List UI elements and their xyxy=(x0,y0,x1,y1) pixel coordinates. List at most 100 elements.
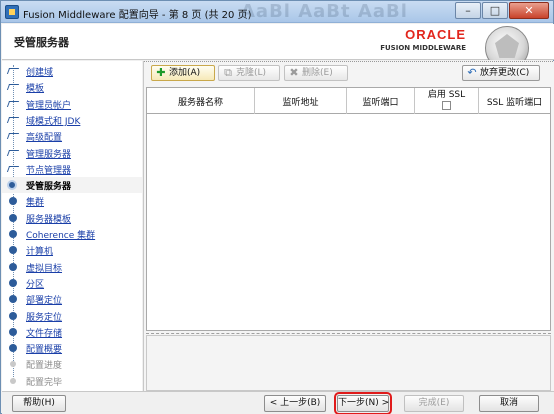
step-marker-icon xyxy=(9,344,17,353)
nav-step-advanced-config[interactable]: 高级配置 xyxy=(2,128,142,144)
table-header: 服务器名称 监听地址 监听端口 启用 SSL SSL 监听端口 xyxy=(147,88,550,114)
nav-step-coherence-clusters[interactable]: Coherence 集群 xyxy=(2,226,142,242)
nav-step-clusters[interactable]: 集群 xyxy=(2,193,142,209)
back-button[interactable]: < 上一步(B) xyxy=(264,395,326,412)
step-marker-icon xyxy=(9,246,17,255)
title-background-text: AaBl AaBt AaBl xyxy=(241,1,408,22)
delete-x-icon: ✖ xyxy=(289,66,299,79)
step-marker-icon xyxy=(6,149,20,156)
fusion-emblem-icon xyxy=(479,24,553,60)
next-button[interactable]: 下一步(N) > xyxy=(334,392,392,414)
step-marker-icon xyxy=(6,68,20,74)
finish-button[interactable]: 完成(E) xyxy=(404,395,464,412)
nav-step-label: 域模式和 JDK xyxy=(26,116,81,127)
plus-icon: ✚ xyxy=(156,66,166,79)
current-step-icon xyxy=(7,180,17,191)
step-marker-icon xyxy=(9,327,17,336)
nav-step-label: 管理员帐户 xyxy=(26,100,72,111)
nav-step-label: 节点管理器 xyxy=(26,165,72,176)
step-marker-icon xyxy=(9,295,17,304)
add-button-label: 添加(A) xyxy=(169,68,201,78)
clone-button[interactable]: ⧉ 克隆(L) xyxy=(218,65,280,81)
nav-step-services-targeting[interactable]: 服务定位 xyxy=(2,308,142,324)
enable-ssl-all-checkbox[interactable] xyxy=(442,101,451,110)
managed-servers-table[interactable]: 服务器名称 监听地址 监听端口 启用 SSL SSL 监听端口 xyxy=(146,87,551,331)
step-marker-icon xyxy=(9,278,17,287)
nav-step-admin-account[interactable]: 管理员帐户 xyxy=(2,96,142,112)
managed-servers-panel: ✚ 添加(A) ⧉ 克隆(L) ✖ 删除(E) ↶ 放弃更改(C) 服务器名称 … xyxy=(143,61,554,391)
cancel-button[interactable]: 取消 xyxy=(479,395,539,412)
step-marker-icon xyxy=(6,100,20,107)
details-panel xyxy=(146,335,551,391)
oracle-logo-subtitle: FUSION MIDDLEWARE xyxy=(380,44,466,52)
page-title: 受管服务器 xyxy=(14,36,69,49)
delete-button-label: 删除(E) xyxy=(302,68,333,78)
config-wizard-window: Fusion Middleware 配置向导 - 第 8 页 (共 20 页) … xyxy=(0,0,554,414)
nav-step-config-progress: 配置进度 xyxy=(2,356,142,372)
title-bar: Fusion Middleware 配置向导 - 第 8 页 (共 20 页) … xyxy=(1,1,553,23)
clone-button-label: 克隆(L) xyxy=(236,68,267,78)
column-header-ssl-listen-port[interactable]: SSL 监听端口 xyxy=(479,88,550,114)
step-marker-icon xyxy=(10,377,16,384)
discard-button-label: 放弃更改(C) xyxy=(480,68,530,78)
nav-step-label: 分区 xyxy=(26,279,45,290)
clone-icon: ⧉ xyxy=(224,66,232,79)
nav-step-label: 配置进度 xyxy=(26,361,63,372)
nav-step-label: 高级配置 xyxy=(26,133,63,144)
help-button[interactable]: 帮助(H) xyxy=(12,395,66,412)
nav-step-label: 创建域 xyxy=(26,68,54,78)
discard-changes-button[interactable]: ↶ 放弃更改(C) xyxy=(462,65,540,81)
wizard-header: 受管服务器 ORACLE FUSION MIDDLEWARE xyxy=(2,24,554,60)
nav-step-node-manager[interactable]: 节点管理器 xyxy=(2,161,142,177)
delete-button[interactable]: ✖ 删除(E) xyxy=(284,65,348,81)
step-marker-icon xyxy=(9,311,17,320)
nav-step-create-domain[interactable]: 创建域 xyxy=(2,63,142,79)
split-divider-handle[interactable] xyxy=(146,333,551,334)
nav-step-admin-server[interactable]: 管理服务器 xyxy=(2,145,142,161)
nav-step-config-summary[interactable]: 配置概要 xyxy=(2,340,142,356)
step-marker-icon xyxy=(9,262,17,271)
nav-step-label: 管理服务器 xyxy=(26,149,72,160)
toolbar-divider xyxy=(144,61,554,62)
window-title: Fusion Middleware 配置向导 - 第 8 页 (共 20 页) xyxy=(23,10,252,21)
nav-step-virtual-targets[interactable]: 虚拟目标 xyxy=(2,259,142,275)
wizard-footer: 帮助(H) < 上一步(B) 下一步(N) > 完成(E) 取消 xyxy=(2,391,554,414)
minimize-icon[interactable]: – xyxy=(455,2,481,19)
step-marker-icon xyxy=(6,165,20,172)
step-marker-icon xyxy=(9,213,17,222)
oracle-logo-name: ORACLE xyxy=(405,27,466,42)
wizard-steps-nav: 创建域模板管理员帐户域模式和 JDK 高级配置管理服务器节点管理器受管服务器集群服… xyxy=(2,61,142,391)
nav-step-server-templates[interactable]: 服务器模板 xyxy=(2,210,142,226)
column-header-listen-port[interactable]: 监听端口 xyxy=(347,88,415,114)
nav-step-machines[interactable]: 计算机 xyxy=(2,242,142,258)
nav-step-label: 受管服务器 xyxy=(26,182,72,193)
nav-step-label: 文件存储 xyxy=(26,328,63,339)
discard-changes-icon: ↶ xyxy=(467,66,477,79)
add-button[interactable]: ✚ 添加(A) xyxy=(151,65,215,81)
step-marker-icon xyxy=(6,133,20,140)
nav-step-file-stores[interactable]: 文件存储 xyxy=(2,324,142,340)
step-marker-icon xyxy=(6,116,20,123)
nav-step-templates[interactable]: 模板 xyxy=(2,79,142,95)
column-header-server-name[interactable]: 服务器名称 xyxy=(147,88,255,114)
nav-step-domain-mode-jdk[interactable]: 域模式和 JDK xyxy=(2,112,142,128)
oracle-logo: ORACLE FUSION MIDDLEWARE xyxy=(380,27,466,57)
nav-step-partitions[interactable]: 分区 xyxy=(2,275,142,291)
nav-step-config-complete: 配置完毕 xyxy=(2,373,142,389)
column-header-listen-address[interactable]: 监听地址 xyxy=(255,88,347,114)
nav-step-label: 服务定位 xyxy=(26,312,63,323)
nav-step-managed-servers[interactable]: 受管服务器 xyxy=(2,177,142,194)
close-icon[interactable]: ✕ xyxy=(509,2,549,19)
nav-step-label: 服务器模板 xyxy=(26,214,72,225)
step-marker-icon xyxy=(10,361,16,368)
nav-step-label: 模板 xyxy=(26,84,45,95)
nav-step-deployments-targeting[interactable]: 部署定位 xyxy=(2,291,142,307)
nav-step-label: Coherence 集群 xyxy=(26,231,96,241)
column-header-enable-ssl[interactable]: 启用 SSL xyxy=(415,88,479,114)
window-controls: – □ ✕ xyxy=(454,2,549,19)
nav-step-label: 集群 xyxy=(26,198,45,209)
nav-step-label: 配置完毕 xyxy=(26,377,63,388)
nav-step-label: 配置概要 xyxy=(26,345,63,356)
maximize-icon[interactable]: □ xyxy=(482,2,508,19)
enable-ssl-label: 启用 SSL xyxy=(427,90,466,100)
